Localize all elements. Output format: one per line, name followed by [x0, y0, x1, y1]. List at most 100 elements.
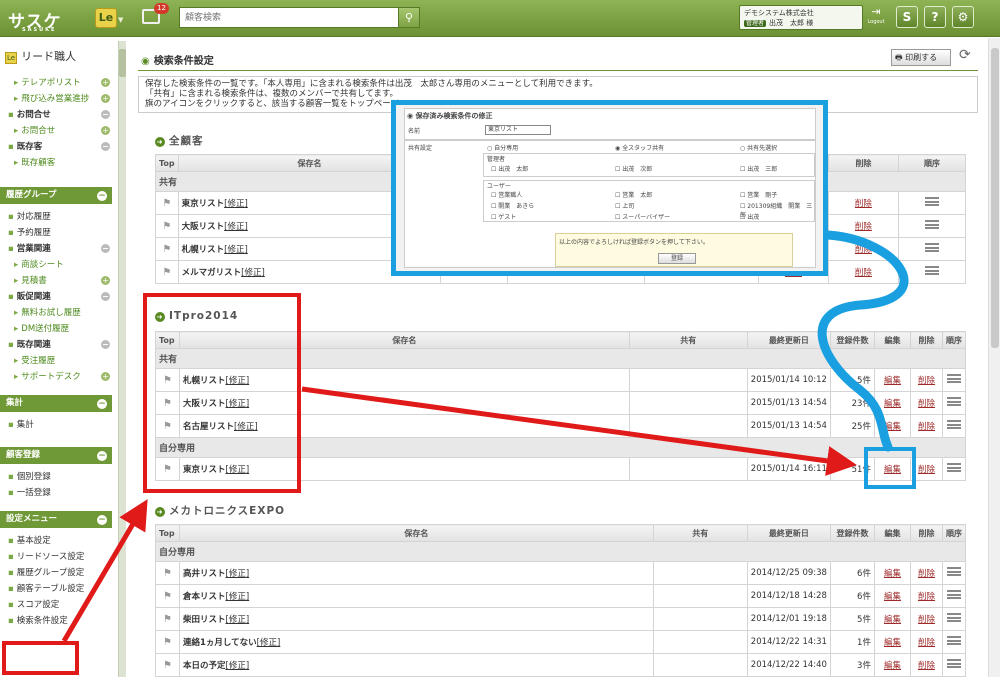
drag-handle-icon[interactable]: [942, 607, 966, 631]
delete-link[interactable]: 削除: [909, 607, 944, 631]
edit-link[interactable]: 編集: [873, 368, 911, 392]
sidebar-item[interactable]: ▪ 一括登録: [0, 485, 116, 501]
fix-link[interactable]: [修正]: [226, 592, 250, 602]
drag-handle-icon[interactable]: [942, 584, 966, 608]
logout-button[interactable]: ⇥ Logout: [866, 5, 886, 30]
sidebar-item[interactable]: ▪ 検索条件設定: [0, 613, 116, 629]
refresh-icon[interactable]: ⟳: [959, 47, 971, 63]
fix-link[interactable]: [修正]: [224, 199, 248, 209]
sidebar-section-header[interactable]: 設定メニュー −: [0, 511, 112, 528]
delete-link[interactable]: 削除: [909, 561, 944, 585]
delete-link[interactable]: 削除: [909, 414, 944, 438]
toggle-icon[interactable]: +: [101, 94, 110, 103]
fix-link[interactable]: [修正]: [257, 638, 281, 648]
register-button[interactable]: 登録: [658, 253, 696, 264]
radio-select-share[interactable]: ○ 共有先選択: [740, 143, 777, 152]
edit-link[interactable]: 編集: [873, 607, 911, 631]
flag-icon[interactable]: ⚑: [155, 260, 179, 284]
toggle-icon[interactable]: +: [101, 126, 110, 135]
drag-handle-icon[interactable]: [942, 457, 966, 481]
drag-handle-icon[interactable]: [897, 214, 967, 238]
app-logo[interactable]: サスケ SASUKE: [8, 7, 62, 33]
drag-handle-icon[interactable]: [942, 391, 966, 415]
radio-private[interactable]: ○ 自分専用: [487, 143, 518, 152]
delete-link[interactable]: 削除: [909, 630, 944, 654]
sidebar-item[interactable]: ▪ 既存客 −: [0, 139, 116, 155]
sidebar-item[interactable]: ▪ 個別登録: [0, 469, 116, 485]
fix-link[interactable]: [修正]: [226, 661, 250, 671]
fix-link[interactable]: [修正]: [224, 245, 248, 255]
sidebar-item[interactable]: ▪ 顧客テーブル設定: [0, 581, 116, 597]
delete-link[interactable]: 削除: [827, 237, 899, 261]
sidebar-item[interactable]: ▸ 既存顧客: [0, 155, 116, 171]
sidebar-item[interactable]: ▸ 飛び込み営業進捗 +: [0, 91, 116, 107]
gear-icon[interactable]: ⚙: [952, 6, 974, 28]
page-scrollbar[interactable]: [988, 38, 1000, 677]
toggle-icon[interactable]: −: [101, 292, 110, 301]
dialog-name-input[interactable]: 東京リスト: [485, 125, 551, 135]
flag-icon[interactable]: ⚑: [155, 561, 180, 585]
sidebar-item[interactable]: ▸ テレアポリスト +: [0, 75, 116, 91]
sidebar-section-header[interactable]: 履歴グループ −: [0, 187, 112, 204]
sidebar-item[interactable]: ▸ お問合せ +: [0, 123, 116, 139]
edit-link[interactable]: 編集: [873, 391, 911, 415]
toggle-icon[interactable]: −: [101, 340, 110, 349]
toggle-icon[interactable]: +: [101, 276, 110, 285]
toggle-icon[interactable]: −: [101, 142, 110, 151]
toggle-icon[interactable]: −: [101, 244, 110, 253]
sidebar-item[interactable]: ▪ 営業関連 −: [0, 241, 116, 257]
sidebar-item[interactable]: ▪ 履歴グループ設定: [0, 565, 116, 581]
flag-icon[interactable]: ⚑: [155, 237, 179, 261]
sidebar-item[interactable]: ▪ お問合せ −: [0, 107, 116, 123]
sidebar-item[interactable]: ▪ 既存関連 −: [0, 337, 116, 353]
toggle-icon[interactable]: −: [101, 110, 110, 119]
chevron-down-icon[interactable]: ▼: [118, 16, 123, 24]
edit-link[interactable]: 編集: [873, 414, 911, 438]
sidebar-collapse-handle[interactable]: [118, 41, 126, 677]
delete-link[interactable]: 削除: [909, 653, 944, 677]
fix-link[interactable]: [修正]: [224, 222, 248, 232]
flag-icon[interactable]: ⚑: [155, 584, 180, 608]
drag-handle-icon[interactable]: [897, 191, 967, 215]
customer-search-input[interactable]: [179, 7, 399, 28]
toggle-icon[interactable]: +: [101, 372, 110, 381]
sidebar-item[interactable]: ▪ 集計: [0, 417, 116, 433]
sidebar-item[interactable]: ▸ 受注履歴: [0, 353, 116, 369]
drag-handle-icon[interactable]: [897, 237, 967, 261]
sidebar-section-header[interactable]: 顧客登録 −: [0, 447, 112, 464]
search-icon[interactable]: ⚲: [398, 7, 420, 28]
sidebar-item[interactable]: ▸ DM送付履歴: [0, 321, 116, 337]
brand-button[interactable]: S: [896, 6, 918, 28]
app-switcher-badge[interactable]: Le: [95, 8, 117, 28]
delete-link[interactable]: 削除: [827, 214, 899, 238]
drag-handle-icon[interactable]: [897, 260, 967, 284]
fix-link[interactable]: [修正]: [226, 615, 250, 625]
flag-icon[interactable]: ⚑: [155, 214, 179, 238]
delete-link[interactable]: 削除: [909, 391, 944, 415]
edit-link[interactable]: 編集: [873, 584, 911, 608]
drag-handle-icon[interactable]: [942, 653, 966, 677]
edit-link[interactable]: 編集: [873, 561, 911, 585]
edit-link[interactable]: 編集: [873, 653, 911, 677]
fix-link[interactable]: [修正]: [241, 268, 265, 278]
drag-handle-icon[interactable]: [942, 630, 966, 654]
sidebar-item[interactable]: ▸ 見積書 +: [0, 273, 116, 289]
drag-handle-icon[interactable]: [942, 414, 966, 438]
sidebar-section-header[interactable]: 集計 −: [0, 395, 112, 412]
help-button[interactable]: ?: [924, 6, 946, 28]
delete-link[interactable]: 削除: [827, 260, 899, 284]
radio-all-staff[interactable]: ◉ 全スタッフ共有: [615, 143, 664, 152]
delete-link[interactable]: 削除: [909, 584, 944, 608]
delete-link[interactable]: 削除: [827, 191, 899, 215]
toggle-icon[interactable]: +: [101, 78, 110, 87]
flag-icon[interactable]: ⚑: [155, 191, 179, 215]
sidebar-item[interactable]: ▪ 予約履歴: [0, 225, 116, 241]
flag-icon[interactable]: ⚑: [155, 607, 180, 631]
drag-handle-icon[interactable]: [942, 561, 966, 585]
sidebar-item[interactable]: ▪ スコア設定: [0, 597, 116, 613]
delete-link[interactable]: 削除: [909, 368, 944, 392]
drag-handle-icon[interactable]: [942, 368, 966, 392]
sidebar-item[interactable]: ▪ 販促関連 −: [0, 289, 116, 305]
sidebar-item[interactable]: ▪ 基本設定: [0, 533, 116, 549]
sidebar-item[interactable]: ▪ リードソース設定: [0, 549, 116, 565]
